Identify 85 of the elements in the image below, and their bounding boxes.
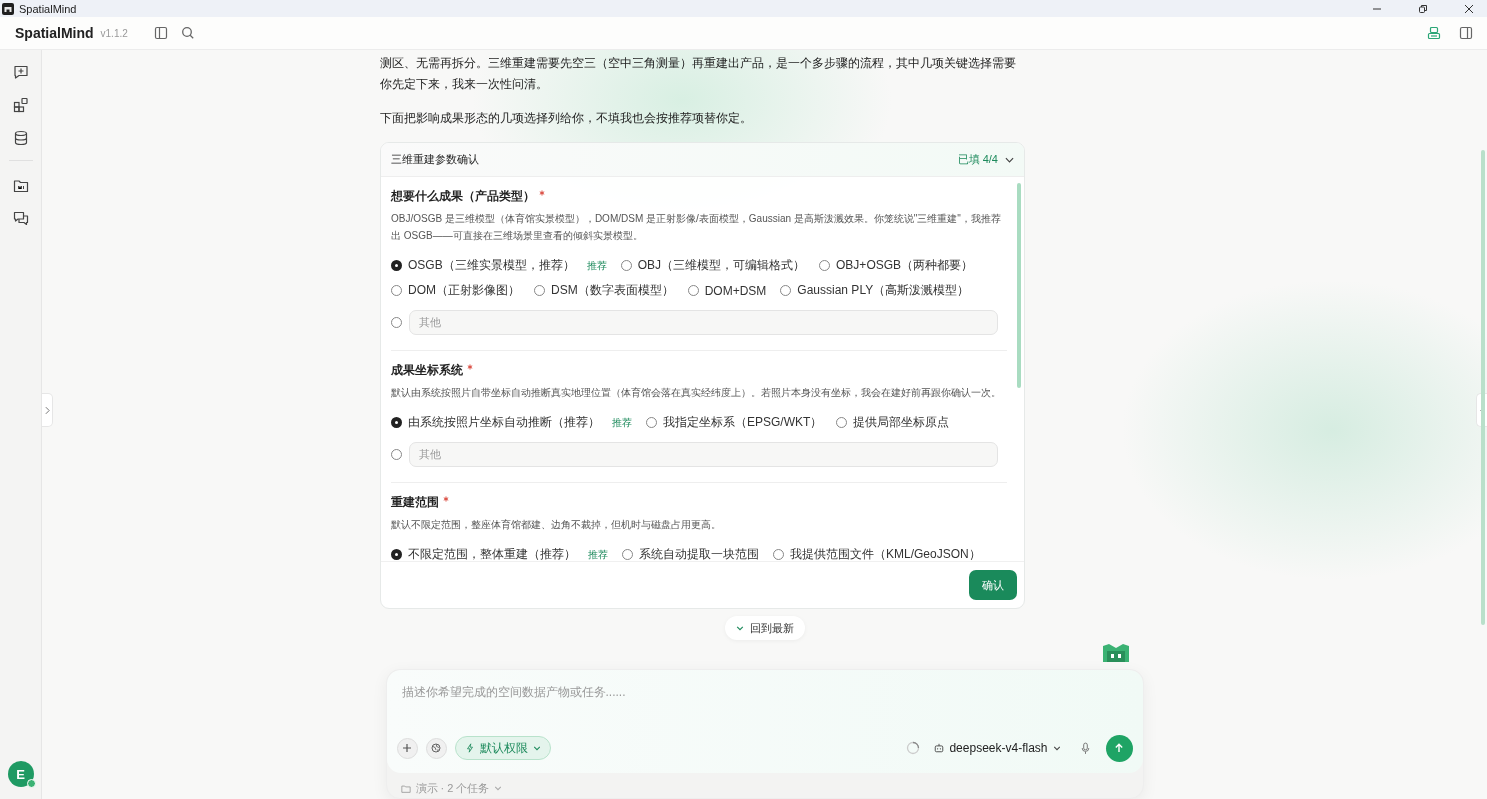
caret-icon xyxy=(494,786,503,791)
radio-button[interactable] xyxy=(819,260,831,271)
permission-dropdown[interactable]: 默认权限 xyxy=(454,736,551,760)
prompt-box[interactable]: 描述你希望完成的空间数据产物或任务...... 默认权限 deepseek-v4-flash xyxy=(386,670,1143,773)
recommended-tag: 推荐 xyxy=(586,258,607,273)
radio-button[interactable] xyxy=(391,260,402,271)
prompt-input-field[interactable]: 描述你希望完成的空间数据产物或任务...... xyxy=(386,670,1143,732)
radio-option[interactable]: DOM（正射影像图） xyxy=(391,282,520,299)
app-name: SpatialMind xyxy=(15,25,94,41)
confirm-button[interactable]: 确认 xyxy=(969,570,1017,600)
radio-option[interactable]: DOM+DSM xyxy=(687,283,767,298)
radio-option[interactable]: 系统自动提取一块范围 xyxy=(622,546,759,561)
radio-button[interactable] xyxy=(646,417,657,428)
message-paragraph: 下面把影响成果形态的几项选择列给你，不填我也会按推荐项替你定。 xyxy=(380,110,753,127)
message-paragraph: 测区、无需再拆分。三维重建需要先空三（空中三角测量）再重建出产品，是一个多步骤的流程，其中几项关键选择需要你先定下来，我来一次性问清。 xyxy=(380,55,1017,93)
caret-icon xyxy=(1052,745,1061,751)
model-selector[interactable]: deepseek-v4-flash xyxy=(934,741,1061,755)
close-icon[interactable] xyxy=(1464,3,1474,14)
radio-button[interactable] xyxy=(836,417,848,428)
scrollbar[interactable] xyxy=(1481,150,1485,625)
radio-button[interactable] xyxy=(620,260,632,271)
radio-option[interactable]: OBJ（三维模型，可编辑格式） xyxy=(620,257,806,274)
panel-toggle-icon[interactable] xyxy=(1459,26,1473,40)
globe-icon xyxy=(431,743,441,753)
user-avatar[interactable]: E xyxy=(7,761,34,787)
radio-option[interactable]: 不限定范围，整体重建（推荐） xyxy=(391,546,576,561)
radio-button[interactable] xyxy=(391,448,402,460)
restore-icon[interactable] xyxy=(1418,3,1428,14)
jump-to-latest-button[interactable]: 回到最新 xyxy=(724,616,805,640)
chevron-down-icon xyxy=(735,625,744,631)
radio-button[interactable] xyxy=(391,316,402,328)
arrow-up-icon xyxy=(1114,743,1124,753)
radio-button[interactable] xyxy=(687,285,699,296)
radio-option[interactable]: 由系统按照片坐标自动推断（推荐） xyxy=(391,414,600,431)
sidebar-toggle-icon[interactable] xyxy=(153,26,168,40)
radio-button[interactable] xyxy=(391,549,402,560)
other-input-field[interactable]: 其他 xyxy=(409,441,998,467)
radio-button[interactable] xyxy=(622,549,633,560)
radio-option[interactable]: Gaussian PLY（高斯泼溅模型） xyxy=(780,282,970,299)
folder-icon xyxy=(400,783,411,794)
radio-button[interactable] xyxy=(773,549,784,560)
question-description: 默认由系统按照片自带坐标自动推断真实地理位置（体育馆会落在真实经纬度上）。若照片本身没有坐标，我会在建好前再跟你确认一次。 xyxy=(391,386,1002,400)
send-button[interactable] xyxy=(1105,734,1133,762)
fill-status: 已填 4/4 xyxy=(957,152,998,167)
radio-option[interactable]: 我提供范围文件（KML/GeoJSON） xyxy=(773,546,981,561)
radio-button[interactable] xyxy=(780,285,792,296)
lightning-icon xyxy=(464,743,475,753)
question-title: 想要什么成果（产品类型） xyxy=(391,189,535,204)
radio-button[interactable] xyxy=(391,417,402,428)
window-title: SpatialMind xyxy=(19,2,77,15)
question-description: 默认不限定范围，整座体育馆都建、边角不裁掉，但机时与磁盘占用更高。 xyxy=(391,518,722,532)
question-title: 重建范围 xyxy=(391,495,439,510)
radio-option[interactable]: OSGB（三维实景模型，推荐） xyxy=(391,257,575,274)
robot-icon xyxy=(934,743,945,753)
database-icon[interactable] xyxy=(12,130,29,146)
other-input-field[interactable]: 其他 xyxy=(409,309,998,335)
radio-option[interactable]: OBJ+OSGB（两种都要） xyxy=(819,257,974,274)
scrollbar-thumb[interactable] xyxy=(1017,183,1021,388)
recommended-tag: 推荐 xyxy=(588,547,608,561)
radio-button[interactable] xyxy=(391,285,402,296)
mascot-logo-icon xyxy=(1101,643,1130,663)
folder-icon[interactable] xyxy=(12,178,29,194)
expand-handle[interactable] xyxy=(42,393,53,427)
globe-button[interactable] xyxy=(425,737,447,759)
radio-button[interactable] xyxy=(534,285,545,296)
version-label: v1.1.2 xyxy=(100,27,128,39)
app-logo-icon xyxy=(2,2,14,15)
caret-icon xyxy=(532,745,541,751)
loading-spinner-icon xyxy=(906,741,921,755)
form-title: 三维重建参数确认 xyxy=(391,152,480,167)
radio-option[interactable]: 我指定坐标系（EPSG/WKT） xyxy=(646,414,823,431)
workstation-icon[interactable] xyxy=(1427,26,1441,40)
search-icon[interactable] xyxy=(180,26,195,40)
chevron-icon[interactable] xyxy=(1005,156,1014,163)
microphone-icon[interactable] xyxy=(1080,741,1090,755)
recommended-tag: 推荐 xyxy=(612,415,632,430)
radio-option[interactable]: DSM（数字表面模型） xyxy=(534,282,674,299)
question-description: OBJ/OSGB 是三维模型（体育馆实景模型），DOM/DSM 是正射影像/表面模型，Gaussian 是高斯泼溅效果。你笼统说"三维重建"，我推荐出 OSGB——可直接在三维场景里查看的倾斜实景模型。 xyxy=(391,212,1002,243)
question-title: 成果坐标系统 xyxy=(391,363,463,378)
conversations-icon[interactable] xyxy=(12,211,29,227)
plus-icon xyxy=(402,743,412,753)
new-chat-icon[interactable] xyxy=(12,64,29,80)
radio-option[interactable]: 提供局部坐标原点 xyxy=(836,414,950,431)
add-button[interactable] xyxy=(396,737,418,759)
apps-icon[interactable] xyxy=(12,97,29,113)
